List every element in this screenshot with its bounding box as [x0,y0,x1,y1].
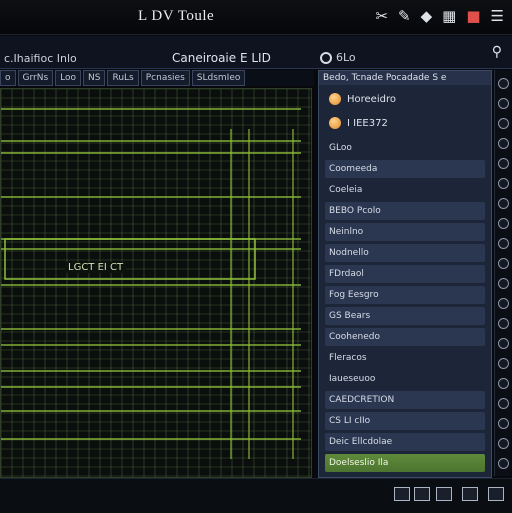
panel-list-item[interactable]: Coeleia [325,181,485,199]
panel-list-item[interactable]: Doelseslio Ila [325,454,485,472]
grid-label: LGCT EI CT [65,262,127,273]
scroll-step-icon[interactable] [498,318,509,329]
tab-item[interactable]: GrrNs [17,70,54,86]
scroll-step-icon[interactable] [498,278,509,289]
panel-list-item[interactable]: Iaueseuoo [325,370,485,388]
radio-option-icon[interactable] [329,93,341,105]
panel-list-item[interactable]: BEBO Pcolo [325,202,485,220]
scroll-step-icon[interactable] [498,138,509,149]
header-center-label: Caneiroaie E LID [172,51,271,65]
grid-canvas[interactable]: LGCT EI CT [0,88,312,478]
scroll-step-icon[interactable] [498,118,509,129]
tab-item[interactable]: o [0,70,16,86]
properties-panel: Bedo, Tcnade Pocadade S e Horeeidro I IE… [318,70,492,478]
status-bar [0,478,512,513]
tab-item[interactable]: SLdsmIeo [191,70,246,86]
scroll-step-icon[interactable] [498,238,509,249]
scroll-step-icon[interactable] [498,258,509,269]
expand-button[interactable] [488,487,504,501]
scroll-step-icon[interactable] [498,98,509,109]
title-bar: L DV Toule ✂ ✎ ◆ ▦ ■ ☰ [0,0,512,35]
menu-icon[interactable]: ☰ [491,7,504,25]
tool-icon[interactable]: ✂ [375,7,388,25]
header-right-label: 6Lo [336,51,356,64]
save-button[interactable] [462,487,478,501]
scroll-column[interactable] [494,70,511,476]
panel-list-item[interactable]: Fleracos [325,349,485,367]
panel-list-item[interactable]: Deic Ellcdolae [325,433,485,451]
title-icons: ✂ ✎ ◆ ▦ ■ ☰ [375,7,504,25]
header-left-label: c.Ihaifioc Inlo [4,52,77,65]
tab-row: o GrrNs Loo NS RuLs Pcnasies SLdsmIeo [0,70,314,86]
scroll-step-icon[interactable] [498,338,509,349]
scroll-step-icon[interactable] [498,178,509,189]
tab-item[interactable]: Loo [55,70,82,86]
radio-option-icon[interactable] [329,117,341,129]
panel-list-item[interactable]: Coomeeda [325,160,485,178]
scroll-step-icon[interactable] [498,298,509,309]
panel-list-item[interactable]: GS Bears [325,307,485,325]
scroll-step-icon[interactable] [498,378,509,389]
split-button[interactable] [436,487,452,501]
view-button[interactable] [394,487,410,501]
option-label[interactable]: I IEE372 [347,118,388,129]
scroll-step-icon[interactable] [498,358,509,369]
header-right-group[interactable]: 6Lo [320,51,356,64]
scroll-step-icon[interactable] [498,158,509,169]
scroll-step-icon[interactable] [498,218,509,229]
panel-list-item[interactable]: Nodnello [325,244,485,262]
pen-icon[interactable]: ✎ [398,7,411,25]
tab-item[interactable]: RuLs [107,70,139,86]
panel-list-item[interactable]: CAEDCRETION [325,391,485,409]
bug-icon[interactable]: ■ [466,7,480,25]
tab-item[interactable]: Pcnasies [140,70,190,86]
panel-list-item[interactable]: Coohenedo [325,328,485,346]
panel-header: Bedo, Tcnade Pocadade S e [319,71,491,85]
search-icon[interactable]: ⚲ [492,44,502,60]
scroll-step-icon[interactable] [498,398,509,409]
panel-list-item[interactable]: Fog Eesgro [325,286,485,304]
scroll-step-icon[interactable] [498,458,509,469]
scroll-step-icon[interactable] [498,78,509,89]
option-label[interactable]: Horeeidro [347,94,396,105]
panel-list-item[interactable]: CS LI cIIo [325,412,485,430]
scroll-step-icon[interactable] [498,198,509,209]
layout-button[interactable] [414,487,430,501]
panel-list-item[interactable]: FDrdaol [325,265,485,283]
record-icon [320,51,332,64]
scroll-step-icon[interactable] [498,438,509,449]
header-bar: c.Ihaifioc Inlo Caneiroaie E LID 6Lo ⚲ [0,36,512,69]
scroll-step-icon[interactable] [498,418,509,429]
panel-list-item[interactable]: GLoo [325,139,485,157]
tab-item[interactable]: NS [83,70,106,86]
grid-icon[interactable]: ▦ [442,7,456,25]
window-title: L DV Toule [138,8,215,24]
drop-icon[interactable]: ◆ [421,7,433,25]
panel-list-item[interactable]: Neinlno [325,223,485,241]
grid-lines [1,89,311,477]
